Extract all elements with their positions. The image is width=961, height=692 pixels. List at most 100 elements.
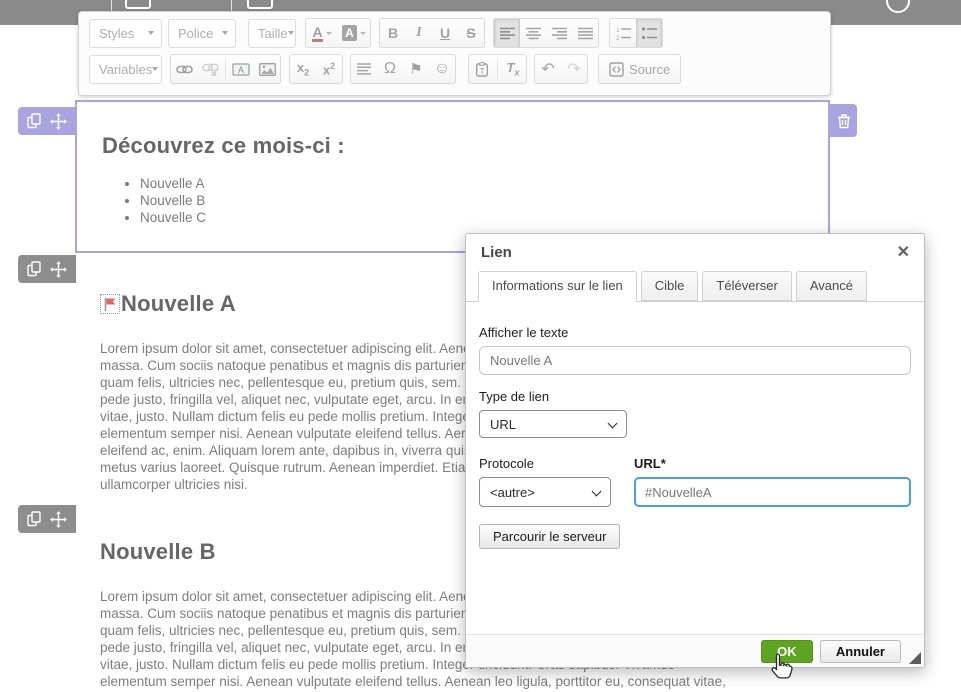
insert-group: Ω ⚑ ☺ xyxy=(350,54,456,84)
align-right-button[interactable] xyxy=(546,19,572,47)
size-combo[interactable]: Taille xyxy=(248,19,296,48)
underline-icon: U xyxy=(440,25,450,41)
chevron-down-icon xyxy=(288,31,294,35)
widget-handle-selected[interactable] xyxy=(18,107,76,135)
link-type-select[interactable]: URL xyxy=(479,410,627,438)
bold-icon: B xyxy=(388,25,398,41)
protocol-select[interactable]: <autre> xyxy=(479,477,611,507)
paste-text-button[interactable]: T xyxy=(469,55,495,83)
styles-combo[interactable]: Styles xyxy=(89,19,162,48)
copy-icon[interactable] xyxy=(27,113,42,129)
chevron-down-icon xyxy=(152,67,158,71)
editor-screen: Découvrez ce mois-ci : Nouvelle A Nouvel… xyxy=(0,0,961,692)
widget-handle[interactable] xyxy=(18,255,76,283)
display-text-input[interactable] xyxy=(479,346,911,375)
link-button[interactable] xyxy=(171,55,197,83)
list-item[interactable]: Nouvelle A xyxy=(140,175,828,192)
special-char-button[interactable]: Ω xyxy=(377,55,403,83)
undo-button[interactable]: ↶ xyxy=(535,55,561,83)
bg-color-button[interactable]: A xyxy=(338,19,370,47)
strikethrough-button[interactable]: S xyxy=(458,19,484,47)
variables-combo[interactable]: Variables xyxy=(89,55,162,84)
link-icon xyxy=(176,64,193,75)
url-input[interactable] xyxy=(634,477,911,507)
protocol-url-row: Protocole <autre> URL* xyxy=(479,442,911,507)
chevron-down-icon xyxy=(148,31,154,35)
move-icon[interactable] xyxy=(50,113,67,130)
tab-target[interactable]: Cible xyxy=(641,271,699,301)
strikethrough-icon: S xyxy=(466,25,475,41)
copy-icon[interactable] xyxy=(27,261,42,277)
subscript-icon: x2 xyxy=(297,60,309,78)
bold-button[interactable]: B xyxy=(380,19,406,47)
close-icon[interactable]: ✕ xyxy=(897,242,910,262)
smiley-button[interactable]: ☺ xyxy=(429,55,455,83)
source-button[interactable]: Source xyxy=(598,54,681,84)
toolbar-row-1: Styles Police Taille A A B I U S xyxy=(79,16,830,50)
subscript-button[interactable]: x2 xyxy=(290,55,316,83)
flag-icon: ⚑ xyxy=(409,60,422,78)
list-group: 12 xyxy=(609,18,663,48)
image-button[interactable] xyxy=(254,55,280,83)
superscript-button[interactable]: x2 xyxy=(316,55,342,83)
remove-format-button[interactable]: Tx xyxy=(500,55,526,83)
font-combo[interactable]: Police xyxy=(168,19,236,48)
dialog-resize-handle[interactable] xyxy=(909,652,921,664)
dialog-titlebar[interactable]: Lien ✕ xyxy=(466,234,924,264)
list-item[interactable]: Nouvelle B xyxy=(140,192,828,209)
clipboard-icon: T xyxy=(475,62,489,77)
redo-icon: ↷ xyxy=(567,59,580,79)
paste-group: T Tx xyxy=(468,54,527,84)
copy-icon[interactable] xyxy=(27,511,42,527)
chevron-down-icon xyxy=(326,32,332,35)
align-left-button[interactable] xyxy=(494,19,520,47)
source-icon xyxy=(609,62,624,77)
trash-icon xyxy=(837,113,851,129)
move-icon[interactable] xyxy=(50,261,67,278)
bullet-list-button[interactable] xyxy=(636,19,662,47)
cancel-button[interactable]: Annuler xyxy=(820,640,901,663)
dialog-tabs: Informations sur le lien Cible Téléverse… xyxy=(466,269,924,302)
delete-block-button[interactable] xyxy=(830,104,857,137)
svg-text:1: 1 xyxy=(616,27,620,34)
horizontal-rule-button[interactable] xyxy=(351,55,377,83)
block-heading: Découvrez ce mois-ci : xyxy=(102,133,828,159)
align-right-icon xyxy=(552,27,567,40)
color-group: A A xyxy=(305,18,371,48)
anchor-marker[interactable] xyxy=(100,294,120,314)
font-combo-label: Police xyxy=(178,26,213,41)
mouse-cursor-hand xyxy=(768,652,794,689)
align-group xyxy=(493,18,599,48)
numbered-list-button[interactable]: 12 xyxy=(610,19,636,47)
redo-button[interactable]: ↷ xyxy=(561,55,587,83)
size-combo-label: Taille xyxy=(258,26,288,41)
smiley-icon: ☺ xyxy=(434,60,450,78)
selected-widget-block[interactable]: Découvrez ce mois-ci : Nouvelle A Nouvel… xyxy=(75,100,830,253)
omega-icon: Ω xyxy=(384,60,396,78)
link-group: A xyxy=(170,54,281,84)
basicstyles-group: B I U S xyxy=(379,18,485,48)
widget-handle[interactable] xyxy=(18,505,76,533)
move-icon[interactable] xyxy=(50,511,67,528)
link-dialog: Lien ✕ Informations sur le lien Cible Té… xyxy=(465,233,925,668)
display-text-label: Afficher le texte xyxy=(479,325,911,340)
tab-upload[interactable]: Téléverser xyxy=(702,271,791,301)
text-color-button[interactable]: A xyxy=(306,19,338,47)
align-justify-button[interactable] xyxy=(572,19,598,47)
undo-icon: ↶ xyxy=(541,59,554,79)
svg-text:T: T xyxy=(480,67,485,76)
anchor-button[interactable]: ⚑ xyxy=(403,55,429,83)
tab-advanced[interactable]: Avancé xyxy=(796,271,867,301)
dialog-body: Afficher le texte Type de lien URL Proto… xyxy=(466,302,924,549)
image-icon xyxy=(259,63,276,76)
styles-combo-label: Styles xyxy=(99,26,134,41)
tab-link-info[interactable]: Informations sur le lien xyxy=(478,271,637,302)
section-heading: Nouvelle B xyxy=(100,539,216,565)
browse-server-button[interactable]: Parcourir le serveur xyxy=(479,524,620,549)
align-center-button[interactable] xyxy=(520,19,546,47)
italic-button[interactable]: I xyxy=(406,19,432,47)
underline-button[interactable]: U xyxy=(432,19,458,47)
unlink-button[interactable] xyxy=(197,55,223,83)
placeholder-button[interactable]: A xyxy=(228,55,254,83)
list-item[interactable]: Nouvelle C xyxy=(140,209,828,226)
